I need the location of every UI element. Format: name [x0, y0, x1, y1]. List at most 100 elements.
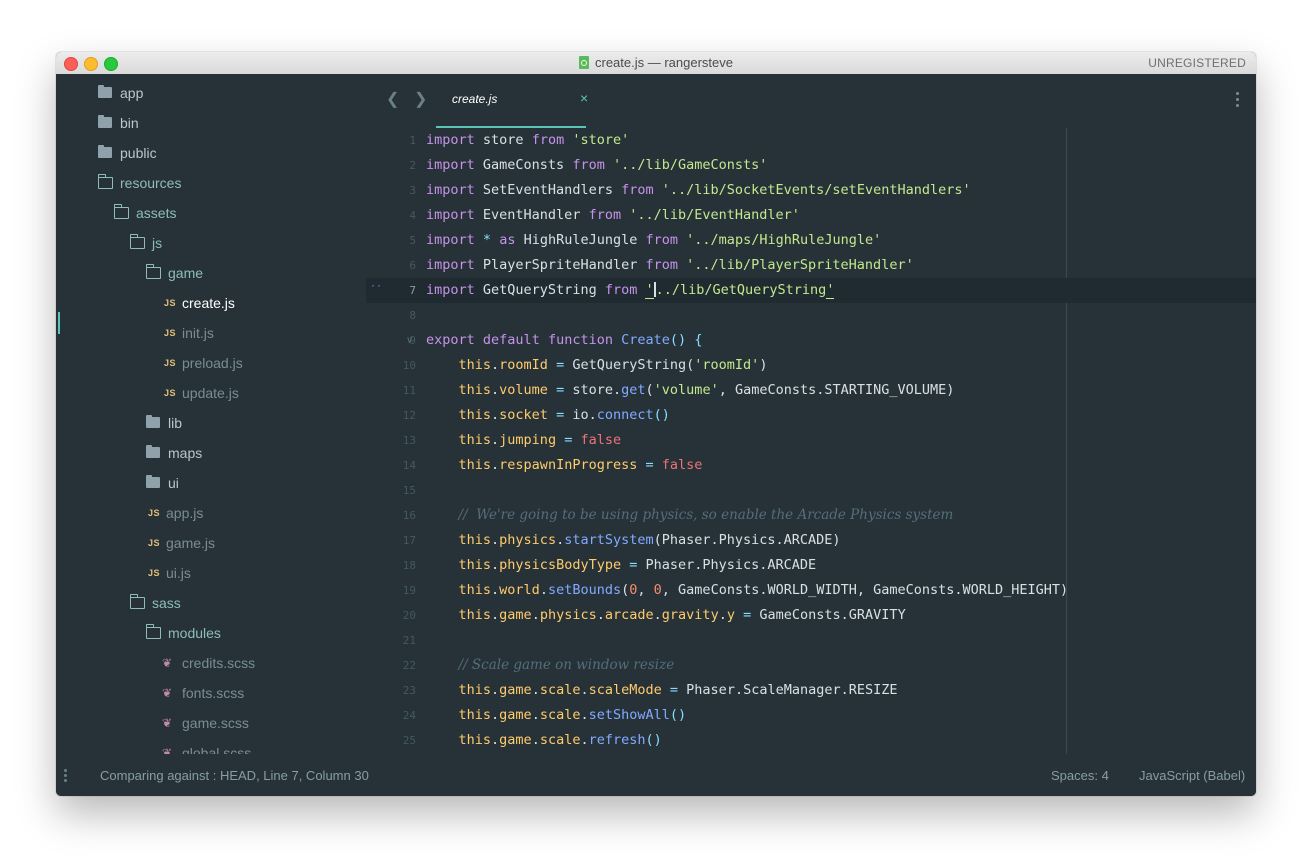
line-number: 22 [402, 659, 416, 672]
tree-item-label: fonts.scss [182, 685, 245, 701]
code-editor[interactable]: 1 2 3 4 5 6 7 8 9 10 11 12 13 14 15 16 1… [366, 128, 1256, 754]
code-line: import PlayerSpriteHandler from '../lib/… [426, 257, 914, 273]
tree-item-label: create.js [182, 295, 235, 311]
code-line: this.physicsBodyType = Phaser.Physics.AR… [458, 557, 817, 573]
sass-file-icon: ❦ [162, 746, 173, 754]
line-number: 18 [402, 559, 416, 572]
fold-chevron-icon[interactable]: ∨ [406, 335, 413, 346]
line-number: 24 [402, 709, 416, 722]
tree-item-label: game.js [166, 535, 216, 551]
code-line: this.game.physics.arcade.gravity.y = Gam… [458, 607, 906, 623]
line-number: 8 [409, 309, 416, 322]
git-status-text: Comparing against : HEAD, Line 7, Column… [100, 768, 369, 783]
sass-file-icon: ❦ [162, 656, 173, 670]
folder-open-icon [129, 594, 145, 609]
git-modified-icon: ′′ [370, 284, 383, 295]
tree-item-label: sass [152, 595, 181, 611]
tree-item-label: resources [120, 175, 182, 191]
tree-item-label: bin [120, 115, 139, 131]
code-line: import GameConsts from '../lib/GameConst… [426, 157, 768, 173]
window-title-container: create.js — rangersteve [56, 56, 1256, 70]
sass-file-icon: ❦ [162, 716, 173, 730]
tree-item-label: update.js [182, 385, 239, 401]
panel-toggle-icon[interactable] [64, 769, 67, 784]
text-caret [653, 282, 656, 297]
registration-status: UNREGISTERED [1148, 56, 1246, 70]
active-file-marker [58, 312, 60, 334]
tree-item-label: game [168, 265, 204, 281]
folder-open-icon [145, 264, 161, 279]
code-line: this.socket = io.connect() [458, 407, 670, 423]
column-ruler [1066, 128, 1067, 754]
folder-icon [98, 85, 112, 98]
tree-item-label: js [152, 235, 163, 251]
folder-open-icon [97, 174, 113, 189]
line-number: 1 [409, 134, 416, 147]
tree-item-label: app.js [166, 505, 204, 521]
line-number: 21 [402, 634, 416, 647]
line-number: 3 [409, 184, 416, 197]
js-file-icon: JS [164, 388, 177, 398]
syntax-selector[interactable]: JavaScript (Babel) [1139, 768, 1245, 783]
line-number: 5 [409, 234, 416, 247]
js-file-icon: JS [164, 328, 177, 338]
code-line: this.respawnInProgress = false [458, 457, 703, 473]
tree-item-label: assets [136, 205, 177, 221]
tab-close-button[interactable]: × [580, 90, 588, 106]
sidebar-file-tree: app bin public resources assets js game … [56, 74, 366, 754]
more-options-icon[interactable] [1236, 92, 1240, 110]
folder-icon [146, 415, 160, 428]
tree-item-label: app [120, 85, 144, 101]
code-line: this.world.setBounds(0, 0, GameConsts.WO… [458, 582, 1069, 598]
js-file-icon: JS [148, 568, 161, 578]
tab-create-js[interactable]: create.js × [436, 74, 588, 128]
chevron-left-icon[interactable]: ❮ [386, 89, 399, 109]
line-number: 6 [409, 259, 416, 272]
line-number: 17 [402, 534, 416, 547]
code-line: this.game.scale.scaleMode = Phaser.Scale… [458, 682, 898, 698]
document-icon [578, 56, 589, 69]
code-line: // We're going to be using physics, so e… [458, 507, 954, 523]
code-line: this.game.scale.refresh() [458, 732, 662, 748]
editor-window: create.js — rangersteve UNREGISTERED app… [56, 52, 1256, 796]
line-number: 19 [402, 584, 416, 597]
folder-open-icon [145, 624, 161, 639]
status-bar: Comparing against : HEAD, Line 7, Column… [56, 754, 1256, 796]
tab-bar: ❮ ❯ create.js × [366, 74, 1256, 128]
js-file-icon: JS [164, 298, 177, 308]
code-line: export default function Create() { [426, 332, 703, 348]
code-line: this.jumping = false [458, 432, 622, 448]
code-line: this.physics.startSystem(Phaser.Physics.… [458, 532, 841, 548]
js-file-icon: JS [148, 538, 161, 548]
tree-item-label: global.scss [182, 745, 252, 754]
code-line: import store from 'store' [426, 132, 630, 148]
tree-item-label: ui.js [166, 565, 191, 581]
chevron-right-icon[interactable]: ❯ [414, 89, 427, 109]
title-bar: create.js — rangersteve UNREGISTERED [56, 52, 1256, 75]
js-file-icon: JS [148, 508, 161, 518]
indentation-setting[interactable]: Spaces: 4 [1051, 768, 1109, 783]
tree-item-label: maps [168, 445, 203, 461]
folder-open-icon [129, 234, 145, 249]
folder-icon [146, 475, 160, 488]
line-number: 14 [402, 459, 416, 472]
line-number: 11 [402, 384, 416, 397]
tree-item-label: game.scss [182, 715, 249, 731]
tree-item-label: credits.scss [182, 655, 256, 671]
folder-open-icon [113, 204, 129, 219]
code-line: // Scale game on window resize [458, 657, 675, 673]
folder-icon [98, 145, 112, 158]
line-number: 13 [402, 434, 416, 447]
code-line: this.game.scale.setShowAll() [458, 707, 687, 723]
tree-item-label: ui [168, 475, 179, 491]
code-line: import SetEventHandlers from '../lib/Soc… [426, 182, 971, 198]
tree-item-label: modules [168, 625, 221, 641]
line-number: 4 [409, 209, 416, 222]
tree-item-label: lib [168, 415, 183, 431]
line-number: 16 [402, 509, 416, 522]
line-number: 25 [402, 734, 416, 747]
folder-icon [98, 115, 112, 128]
line-number: 15 [402, 484, 416, 497]
line-number: 23 [402, 684, 416, 697]
code-line: import GetQueryString from ' ../lib/GetQu… [426, 282, 835, 299]
